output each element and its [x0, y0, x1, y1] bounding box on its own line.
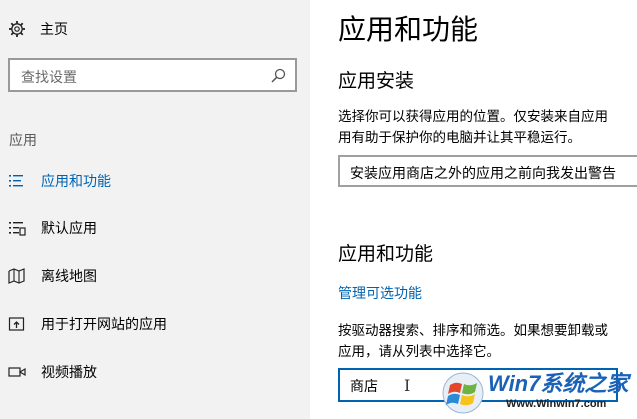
apps-filter-description-line1: 按驱动器搜索、排序和筛选。如果想要卸载或 [338, 323, 608, 339]
search-input-value: 商店 [350, 379, 378, 395]
default-apps-icon [8, 219, 26, 237]
app-install-heading: 应用安装 [338, 70, 415, 92]
search-icon[interactable] [270, 68, 286, 84]
offline-maps-icon [8, 267, 26, 285]
search-placeholder: 查找设置 [21, 70, 77, 86]
sidebar-section-heading: 应用 [9, 133, 37, 149]
watermark-title: Win7系统之家 [488, 371, 629, 396]
home-label: 主页 [40, 22, 68, 38]
settings-sidebar: 主页 查找设置 应用 应用和功能 默认应用 离线地图 用于打开网站的应用 视频播… [0, 0, 310, 419]
sidebar-item-apps-for-websites[interactable]: 用于打开网站的应用 [8, 312, 167, 336]
manage-optional-features-link[interactable]: 管理可选功能 [338, 283, 422, 303]
video-playback-icon [8, 363, 26, 381]
apps-features-heading: 应用和功能 [338, 243, 434, 265]
sidebar-item-label: 应用和功能 [41, 174, 111, 190]
page-title: 应用和功能 [338, 13, 479, 46]
windows-flag-icon [442, 372, 484, 414]
app-install-description-line2: 用有助于保护你的电脑并让其平稳运行。 [338, 130, 581, 146]
sidebar-item-label: 离线地图 [41, 269, 97, 285]
main-content: 应用和功能 应用安装 选择你可以获得应用的位置。仅安装来自应用 用有助于保护你的… [310, 0, 637, 419]
text-cursor-icon: I [404, 376, 411, 395]
apps-list-icon [8, 172, 26, 190]
sidebar-item-label: 默认应用 [41, 221, 97, 237]
gear-icon [8, 20, 26, 38]
watermark-logo: Win7系统之家 Www.Winwin7.com [442, 364, 637, 419]
apps-for-websites-icon [8, 315, 26, 333]
settings-search-input[interactable]: 查找设置 [8, 58, 297, 92]
app-install-source-dropdown[interactable]: 安装应用商店之外的应用之前向我发出警告 [338, 155, 637, 187]
sidebar-item-video-playback[interactable]: 视频播放 [8, 360, 97, 384]
sidebar-item-label: 用于打开网站的应用 [41, 317, 167, 333]
sidebar-item-default-apps[interactable]: 默认应用 [8, 216, 97, 240]
sidebar-item-apps-features[interactable]: 应用和功能 [8, 169, 111, 193]
watermark-url: Www.Winwin7.com [506, 398, 607, 410]
sidebar-item-offline-maps[interactable]: 离线地图 [8, 264, 97, 288]
dropdown-selected-value: 安装应用商店之外的应用之前向我发出警告 [350, 166, 616, 182]
apps-filter-description-line2: 应用，请从列表中选择它。 [338, 344, 500, 360]
sidebar-item-label: 视频播放 [41, 365, 97, 381]
app-install-description-line1: 选择你可以获得应用的位置。仅安装来自应用 [338, 109, 608, 125]
home-nav-item[interactable]: 主页 [8, 18, 68, 40]
